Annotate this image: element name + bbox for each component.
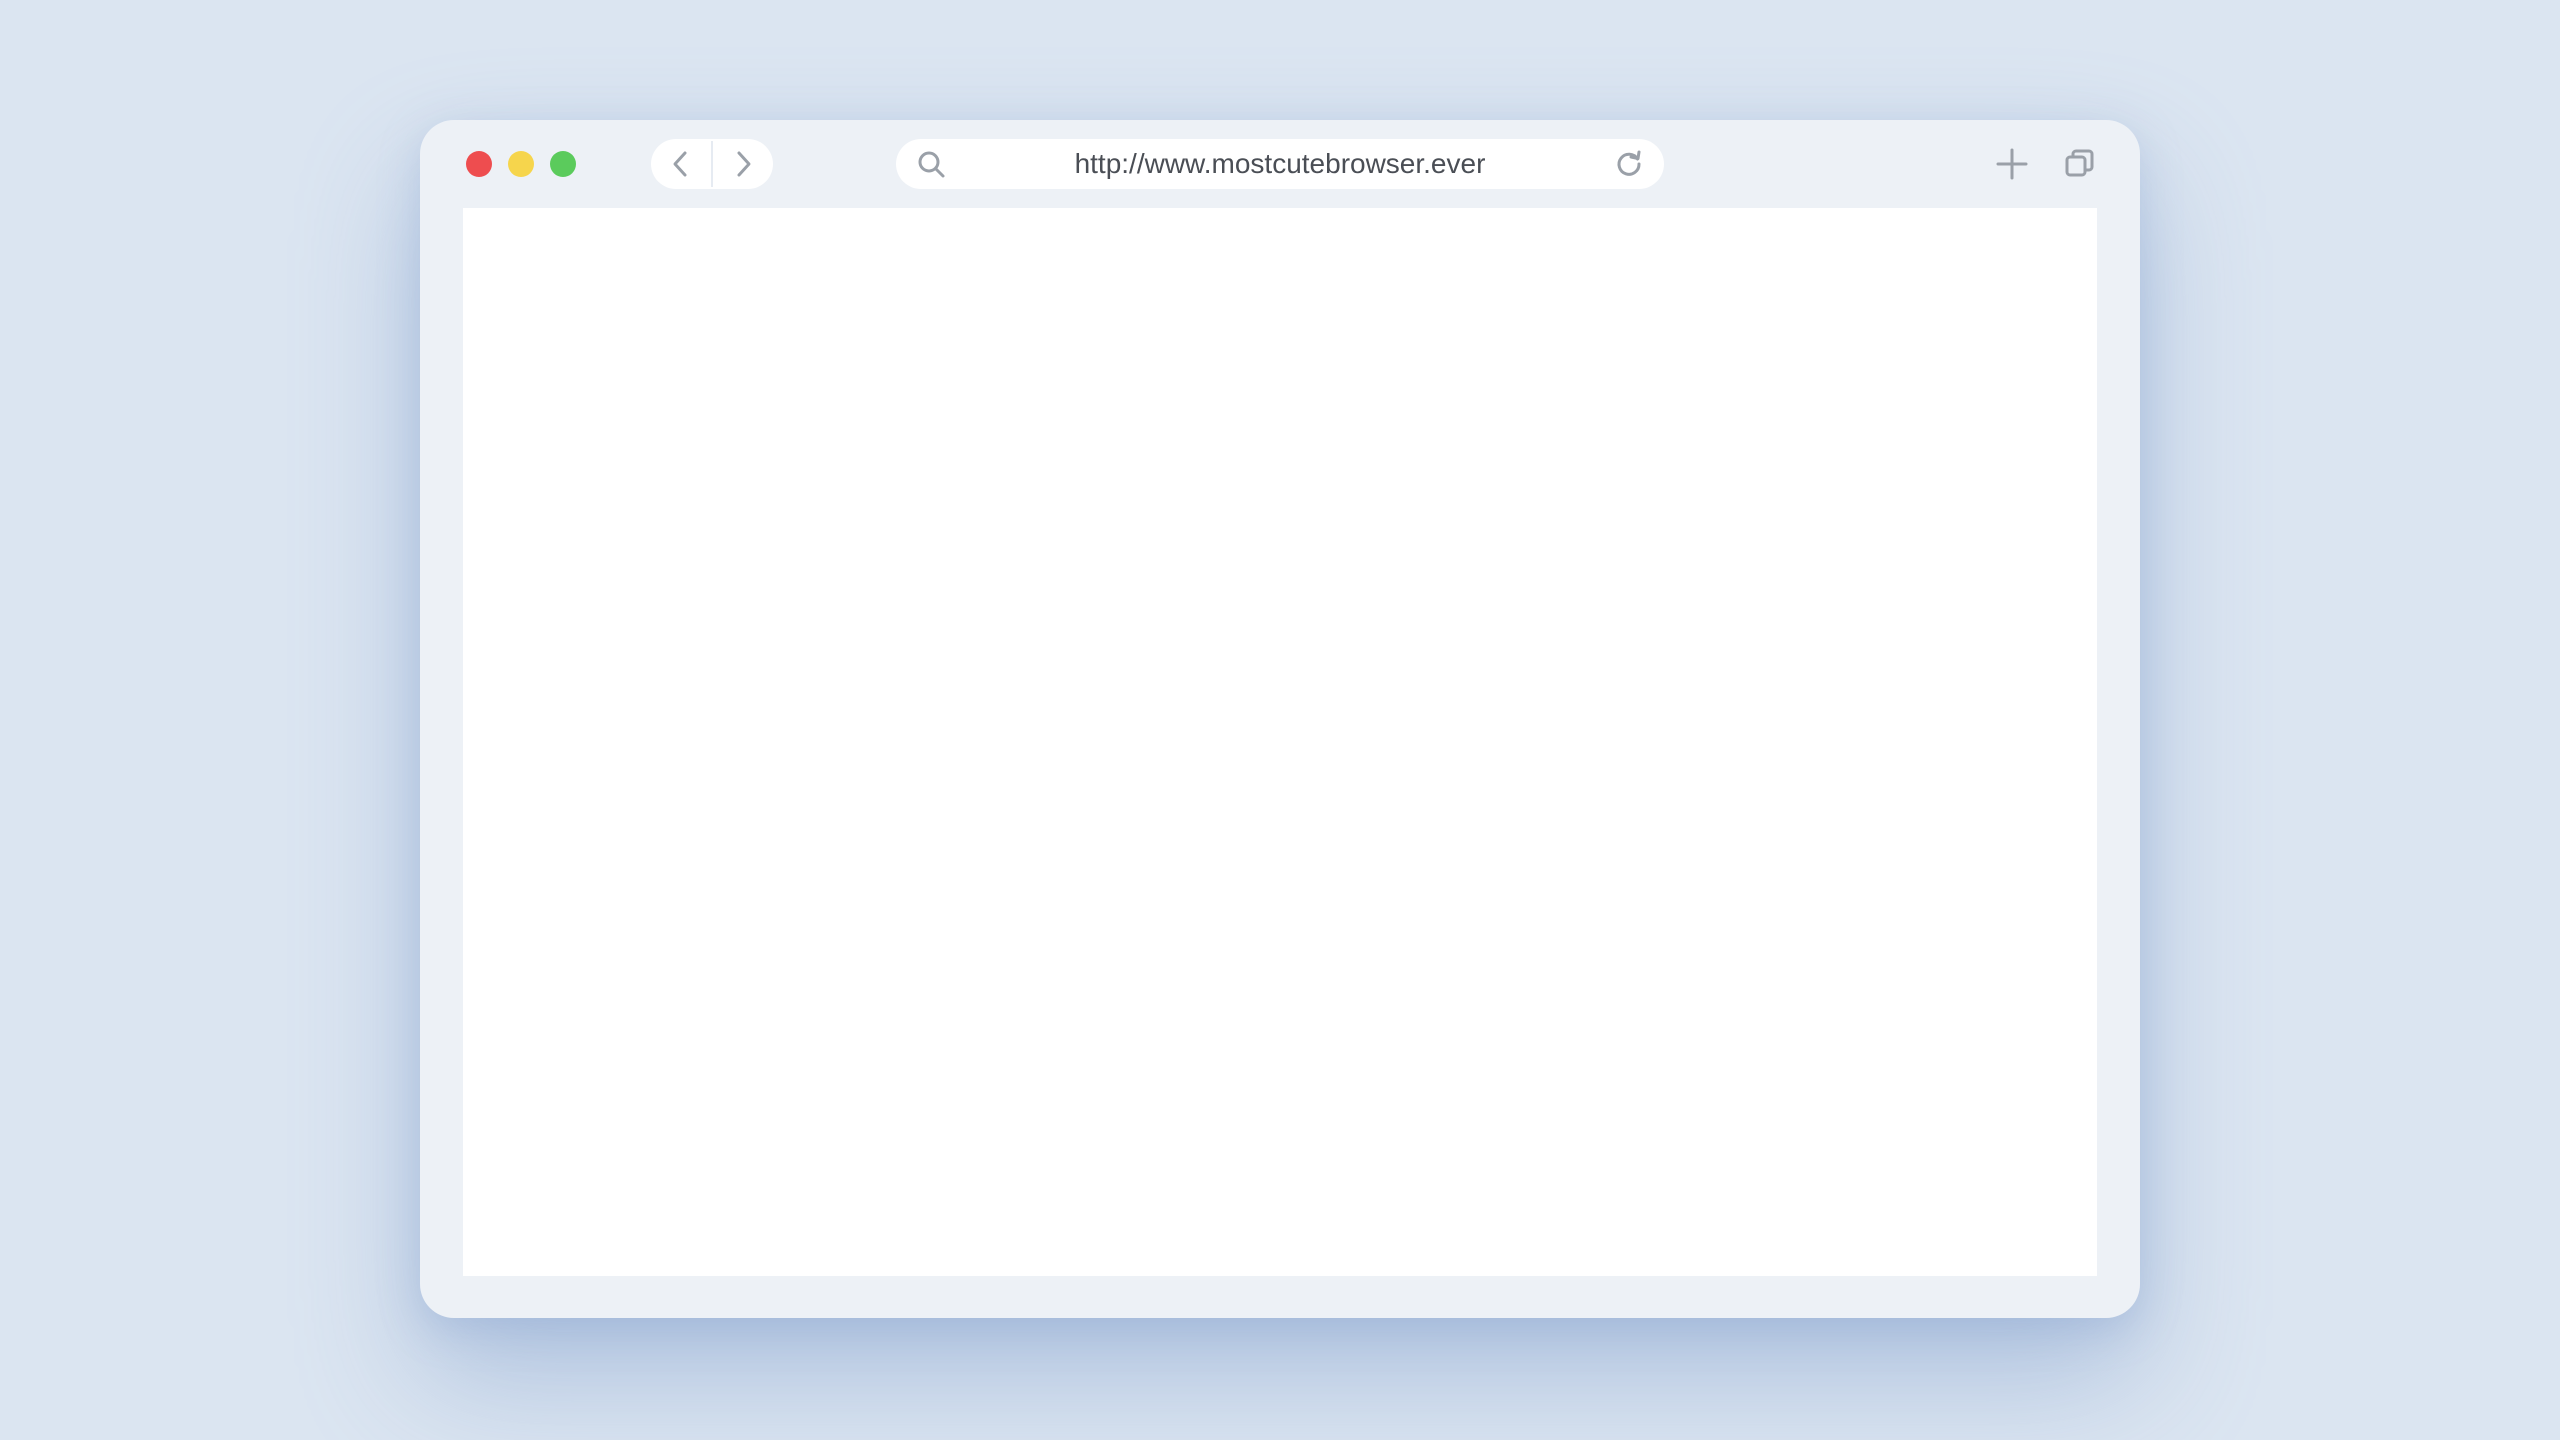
forward-button[interactable] — [713, 139, 773, 189]
tabs-icon[interactable] — [2062, 146, 2098, 182]
navigation-buttons — [651, 139, 773, 189]
reload-icon[interactable] — [1614, 149, 1644, 179]
url-text[interactable]: http://www.mostcutebrowser.ever — [966, 139, 1594, 189]
minimize-button[interactable] — [508, 151, 534, 177]
chevron-right-icon — [737, 151, 751, 177]
search-icon — [918, 151, 945, 178]
plus-icon[interactable] — [1994, 146, 2030, 182]
back-button[interactable] — [651, 139, 711, 189]
close-button[interactable] — [466, 151, 492, 177]
chevron-left-icon — [673, 151, 687, 177]
maximize-button[interactable] — [550, 151, 576, 177]
address-bar[interactable]: http://www.mostcutebrowser.ever — [896, 139, 1664, 189]
page-content-area — [463, 208, 2097, 1276]
